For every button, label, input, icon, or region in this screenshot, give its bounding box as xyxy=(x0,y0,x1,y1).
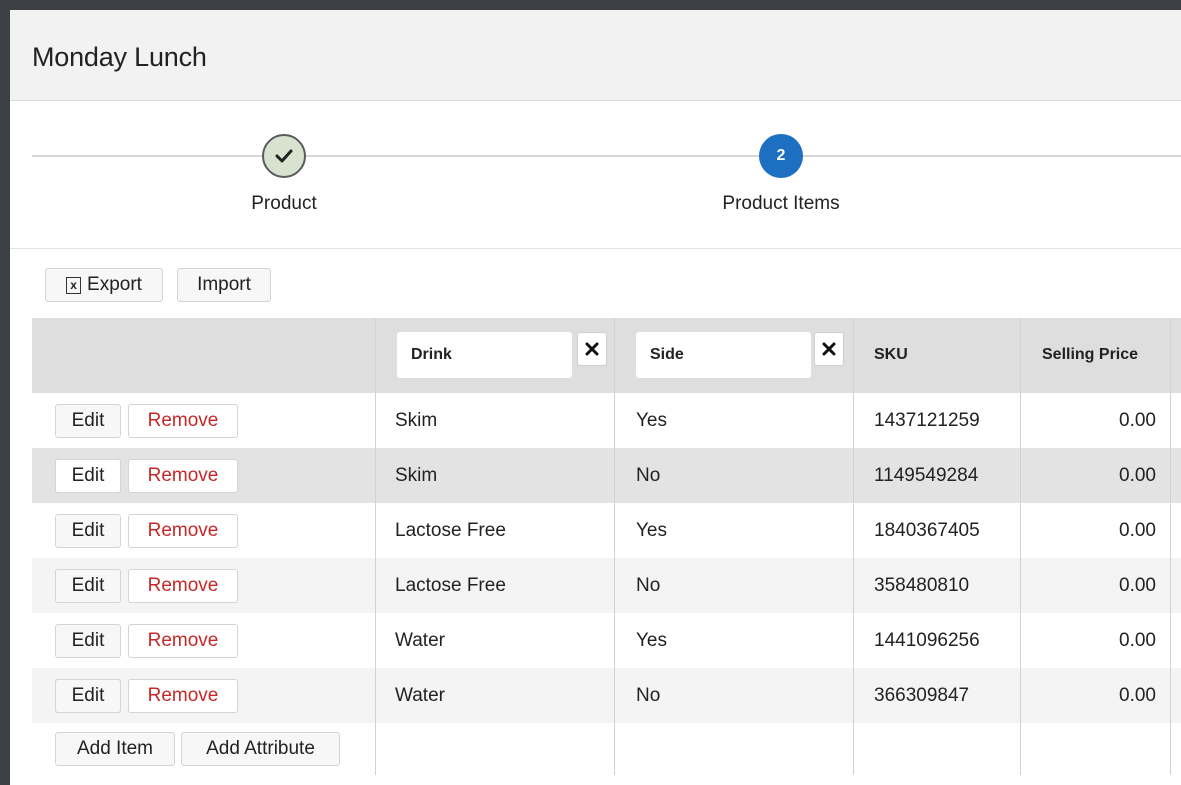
cell-sku: 358480810 xyxy=(874,575,970,596)
side-filter-input[interactable]: Side xyxy=(636,332,811,378)
cell-drink: Lactose Free xyxy=(395,575,506,596)
step-product-items[interactable]: 2 Product Items xyxy=(681,134,881,215)
cell-price: 0.00 xyxy=(1119,410,1156,431)
wizard-stepper: Product 2 Product Items xyxy=(10,101,1181,249)
edit-button[interactable]: Edit xyxy=(55,679,121,713)
export-label: Export xyxy=(87,274,142,295)
column-divider xyxy=(1020,318,1021,775)
cell-side: Yes xyxy=(636,410,667,431)
cell-side: Yes xyxy=(636,630,667,651)
column-divider xyxy=(1170,318,1171,775)
table-footer-row: Add Item Add Attribute xyxy=(32,723,1181,778)
remove-button[interactable]: Remove xyxy=(128,569,238,603)
excel-file-icon: x xyxy=(66,276,82,294)
add-attribute-button[interactable]: Add Attribute xyxy=(181,732,340,766)
cell-sku: 366309847 xyxy=(874,685,970,706)
remove-button[interactable]: Remove xyxy=(128,514,238,548)
edit-button[interactable]: Edit xyxy=(55,404,121,438)
step-product[interactable]: Product xyxy=(184,134,384,215)
table-row: Edit Remove Lactose Free No 358480810 0.… xyxy=(32,558,1181,613)
table-header: Drink Side SKU Selling Price xyxy=(32,318,1181,393)
column-divider xyxy=(853,318,854,775)
check-icon xyxy=(275,149,293,163)
cell-price: 0.00 xyxy=(1119,465,1156,486)
edit-button[interactable]: Edit xyxy=(55,514,121,548)
remove-button[interactable]: Remove xyxy=(128,679,238,713)
cell-price: 0.00 xyxy=(1119,520,1156,541)
cell-sku: 1437121259 xyxy=(874,410,980,431)
cell-price: 0.00 xyxy=(1119,685,1156,706)
cell-side: No xyxy=(636,465,661,486)
cell-sku: 1149549284 xyxy=(874,465,979,486)
close-icon xyxy=(585,342,599,356)
page-header: Monday Lunch xyxy=(10,10,1181,101)
export-button[interactable]: x Export xyxy=(45,268,163,302)
cell-drink: Water xyxy=(395,685,445,706)
cell-sku: 1840367405 xyxy=(874,520,980,541)
edit-button[interactable]: Edit xyxy=(55,459,121,493)
table-row: Edit Remove Water No 366309847 0.00 xyxy=(32,668,1181,723)
step-label: Product Items xyxy=(722,193,840,214)
step-circle-current: 2 xyxy=(759,134,803,178)
import-button[interactable]: Import xyxy=(177,268,271,302)
edit-button[interactable]: Edit xyxy=(55,624,121,658)
remove-button[interactable]: Remove xyxy=(128,404,238,438)
add-item-button[interactable]: Add Item xyxy=(55,732,175,766)
close-icon xyxy=(822,342,836,356)
drink-filter-clear-button[interactable] xyxy=(577,332,607,366)
window-border-top xyxy=(8,0,1181,10)
column-divider xyxy=(375,318,376,775)
column-header-sku[interactable]: SKU xyxy=(874,346,908,364)
cell-drink: Lactose Free xyxy=(395,520,506,541)
app-window: Monday Lunch Product 2 Product Items x E… xyxy=(0,0,1181,785)
cell-side: Yes xyxy=(636,520,667,541)
table-row: Edit Remove Water Yes 1441096256 0.00 xyxy=(32,613,1181,668)
cell-sku: 1441096256 xyxy=(874,630,980,651)
column-header-selling-price[interactable]: Selling Price xyxy=(1042,346,1138,364)
cell-drink: Water xyxy=(395,630,445,651)
cell-price: 0.00 xyxy=(1119,630,1156,651)
window-border-left xyxy=(0,0,10,785)
remove-button[interactable]: Remove xyxy=(128,459,238,493)
column-divider xyxy=(614,318,615,775)
page-title: Monday Lunch xyxy=(32,42,207,72)
step-circle-done xyxy=(262,134,306,178)
table-toolbar: x Export Import xyxy=(10,249,1181,317)
cell-side: No xyxy=(636,575,661,596)
edit-button[interactable]: Edit xyxy=(55,569,121,603)
remove-button[interactable]: Remove xyxy=(128,624,238,658)
cell-price: 0.00 xyxy=(1119,575,1156,596)
table-row: Edit Remove Lactose Free Yes 1840367405 … xyxy=(32,503,1181,558)
table-row: Edit Remove Skim Yes 1437121259 0.00 xyxy=(32,393,1181,448)
product-items-table: Drink Side SKU Selling Price Edit Remove… xyxy=(32,318,1181,775)
cell-side: No xyxy=(636,685,661,706)
cell-drink: Skim xyxy=(395,465,438,486)
table-row: Edit Remove Skim No 1149549284 0.00 xyxy=(32,448,1181,503)
side-filter-clear-button[interactable] xyxy=(814,332,844,366)
step-label: Product xyxy=(251,193,317,214)
cell-drink: Skim xyxy=(395,410,438,431)
drink-filter-input[interactable]: Drink xyxy=(397,332,572,378)
